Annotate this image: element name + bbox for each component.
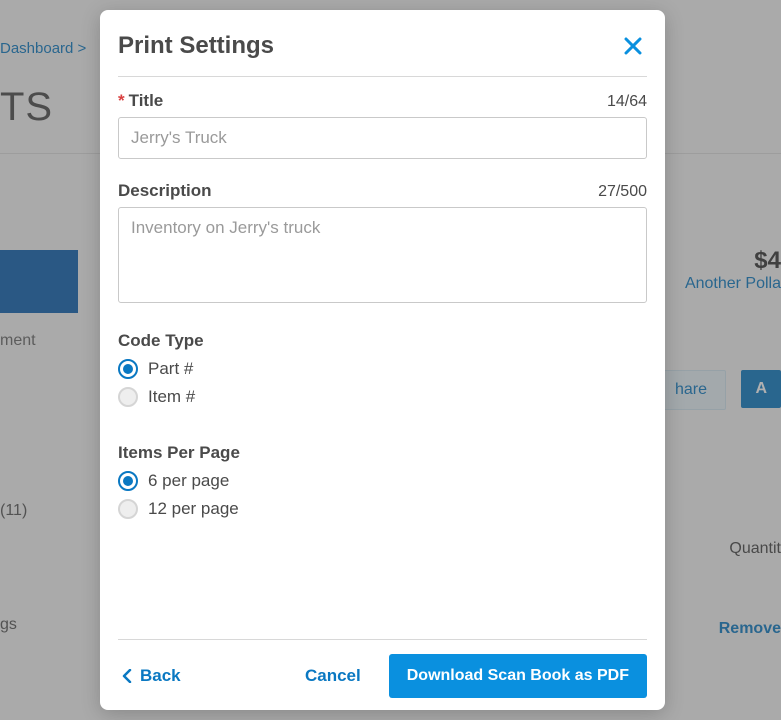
radio-label: Part # [148,359,193,379]
items-per-page-label: Items Per Page [118,443,647,463]
radio-label: Item # [148,387,195,407]
title-input[interactable] [118,117,647,159]
code-type-group: Part # Item # [118,359,647,415]
modal-title: Print Settings [118,32,274,60]
radio-six-per-page[interactable]: 6 per page [118,471,647,491]
radio-icon [118,471,138,491]
radio-item-number[interactable]: Item # [118,387,647,407]
radio-icon [118,387,138,407]
description-counter: 27/500 [598,183,647,201]
modal-header: Print Settings [118,32,647,77]
footer-actions: Cancel Download Scan Book as PDF [297,654,647,698]
chevron-left-icon [122,669,132,683]
title-counter: 14/64 [607,93,647,111]
download-pdf-button[interactable]: Download Scan Book as PDF [389,654,647,698]
back-button[interactable]: Back [118,660,185,692]
radio-label: 6 per page [148,471,229,491]
description-label: Description [118,181,212,201]
print-settings-modal: Print Settings *Title 14/64 Description … [100,10,665,710]
close-icon [623,36,643,56]
radio-icon [118,359,138,379]
items-per-page-group: 6 per page 12 per page [118,471,647,527]
back-label: Back [140,666,181,686]
description-field-row: Description 27/500 [118,181,647,201]
radio-icon [118,499,138,519]
radio-label: 12 per page [148,499,239,519]
description-input[interactable] [118,207,647,303]
code-type-label: Code Type [118,331,647,351]
radio-twelve-per-page[interactable]: 12 per page [118,499,647,519]
title-field-row: *Title 14/64 [118,91,647,111]
cancel-button[interactable]: Cancel [297,656,369,696]
modal-footer: Back Cancel Download Scan Book as PDF [118,639,647,698]
title-label: *Title [118,91,163,111]
radio-part-number[interactable]: Part # [118,359,647,379]
close-button[interactable] [619,32,647,60]
